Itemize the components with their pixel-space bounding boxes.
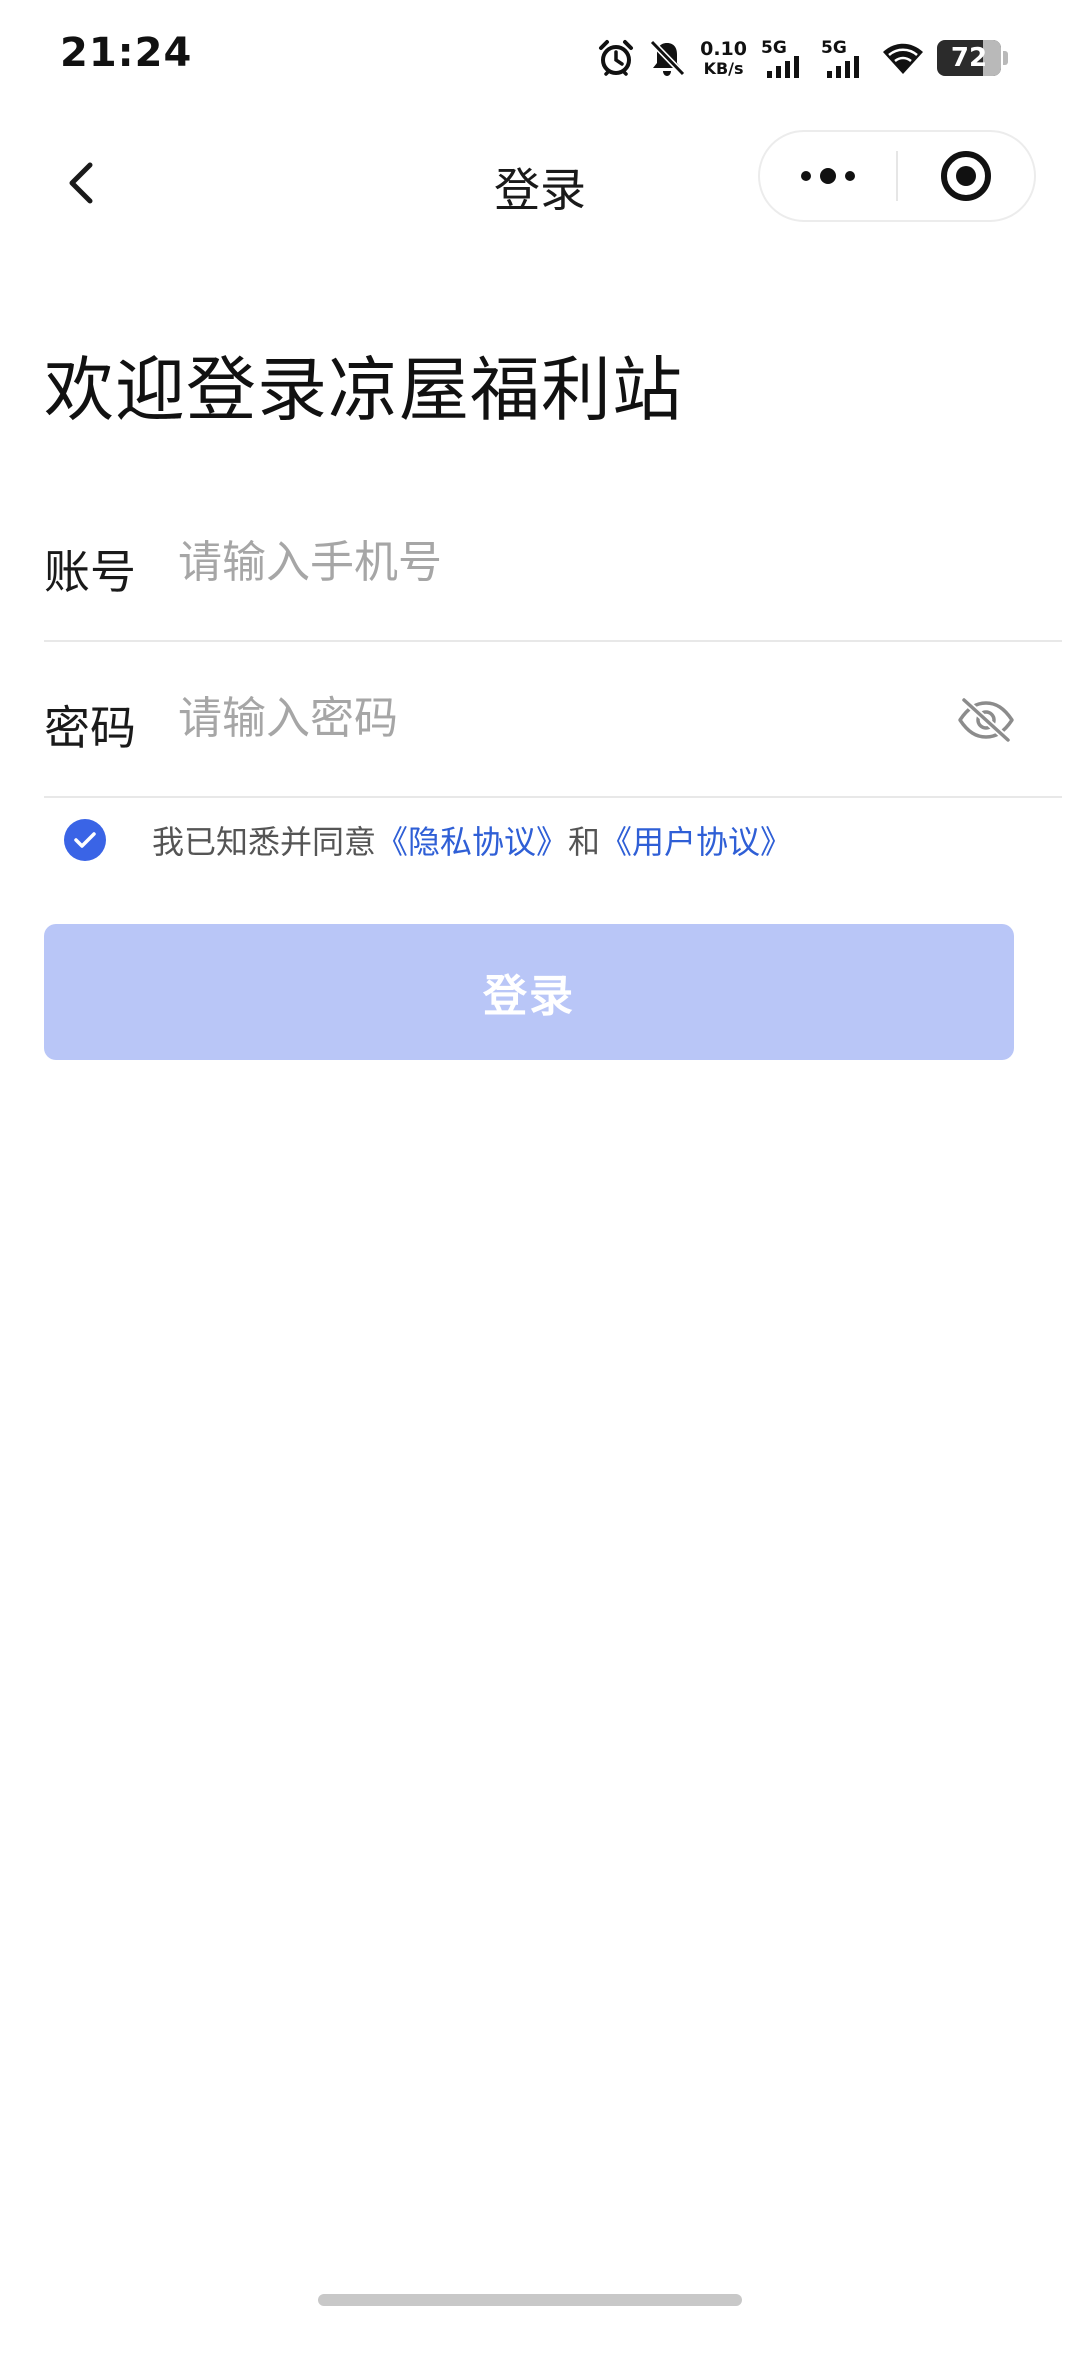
user-agreement-link[interactable]: 《用户协议》 [600,817,792,863]
battery-icon: 72 [937,40,1001,76]
status-time: 21:24 [60,30,193,76]
phone-input[interactable] [178,526,938,598]
net-speed: 0.10 KB/s [700,37,747,78]
account-label: 账号 [44,545,136,599]
agreement-checkbox[interactable] [64,819,106,861]
password-row: 密码 [44,642,1062,798]
account-row: 账号 [44,486,1062,642]
signal-icon: 5G [761,36,809,80]
more-dots-icon [801,168,855,184]
welcome-title: 欢迎登录凉屋福利站 [44,349,683,431]
more-button[interactable] [760,132,896,220]
nav-bar: 登录 [0,118,1080,248]
bell-muted-icon [648,38,686,78]
status-icons: 0.10 KB/s 5G 5G 72 [596,34,1008,82]
eye-hidden-icon [958,697,1014,743]
status-bar: 21:24 0.10 KB/s 5G 5G 72 [0,0,1080,118]
password-visibility-toggle[interactable] [954,688,1018,752]
alarm-icon [596,38,636,78]
target-circle-icon [941,151,991,201]
privacy-policy-link[interactable]: 《隐私协议》 [376,817,568,863]
wifi-icon [881,40,925,76]
login-button[interactable]: 登录 [44,924,1014,1060]
home-indicator [318,2294,742,2306]
signal-icon-2: 5G [821,36,869,80]
battery-tip [1003,51,1008,65]
agreement-row: 我已知悉并同意 《隐私协议》 和 《用户协议》 [64,816,792,864]
agreement-connector: 和 [568,823,601,861]
password-input[interactable] [178,682,938,754]
close-miniprogram-button[interactable] [898,132,1034,220]
password-label: 密码 [44,701,136,755]
mini-program-capsule [758,130,1036,222]
check-icon [74,832,96,848]
agreement-prefix: 我已知悉并同意 [152,823,377,861]
